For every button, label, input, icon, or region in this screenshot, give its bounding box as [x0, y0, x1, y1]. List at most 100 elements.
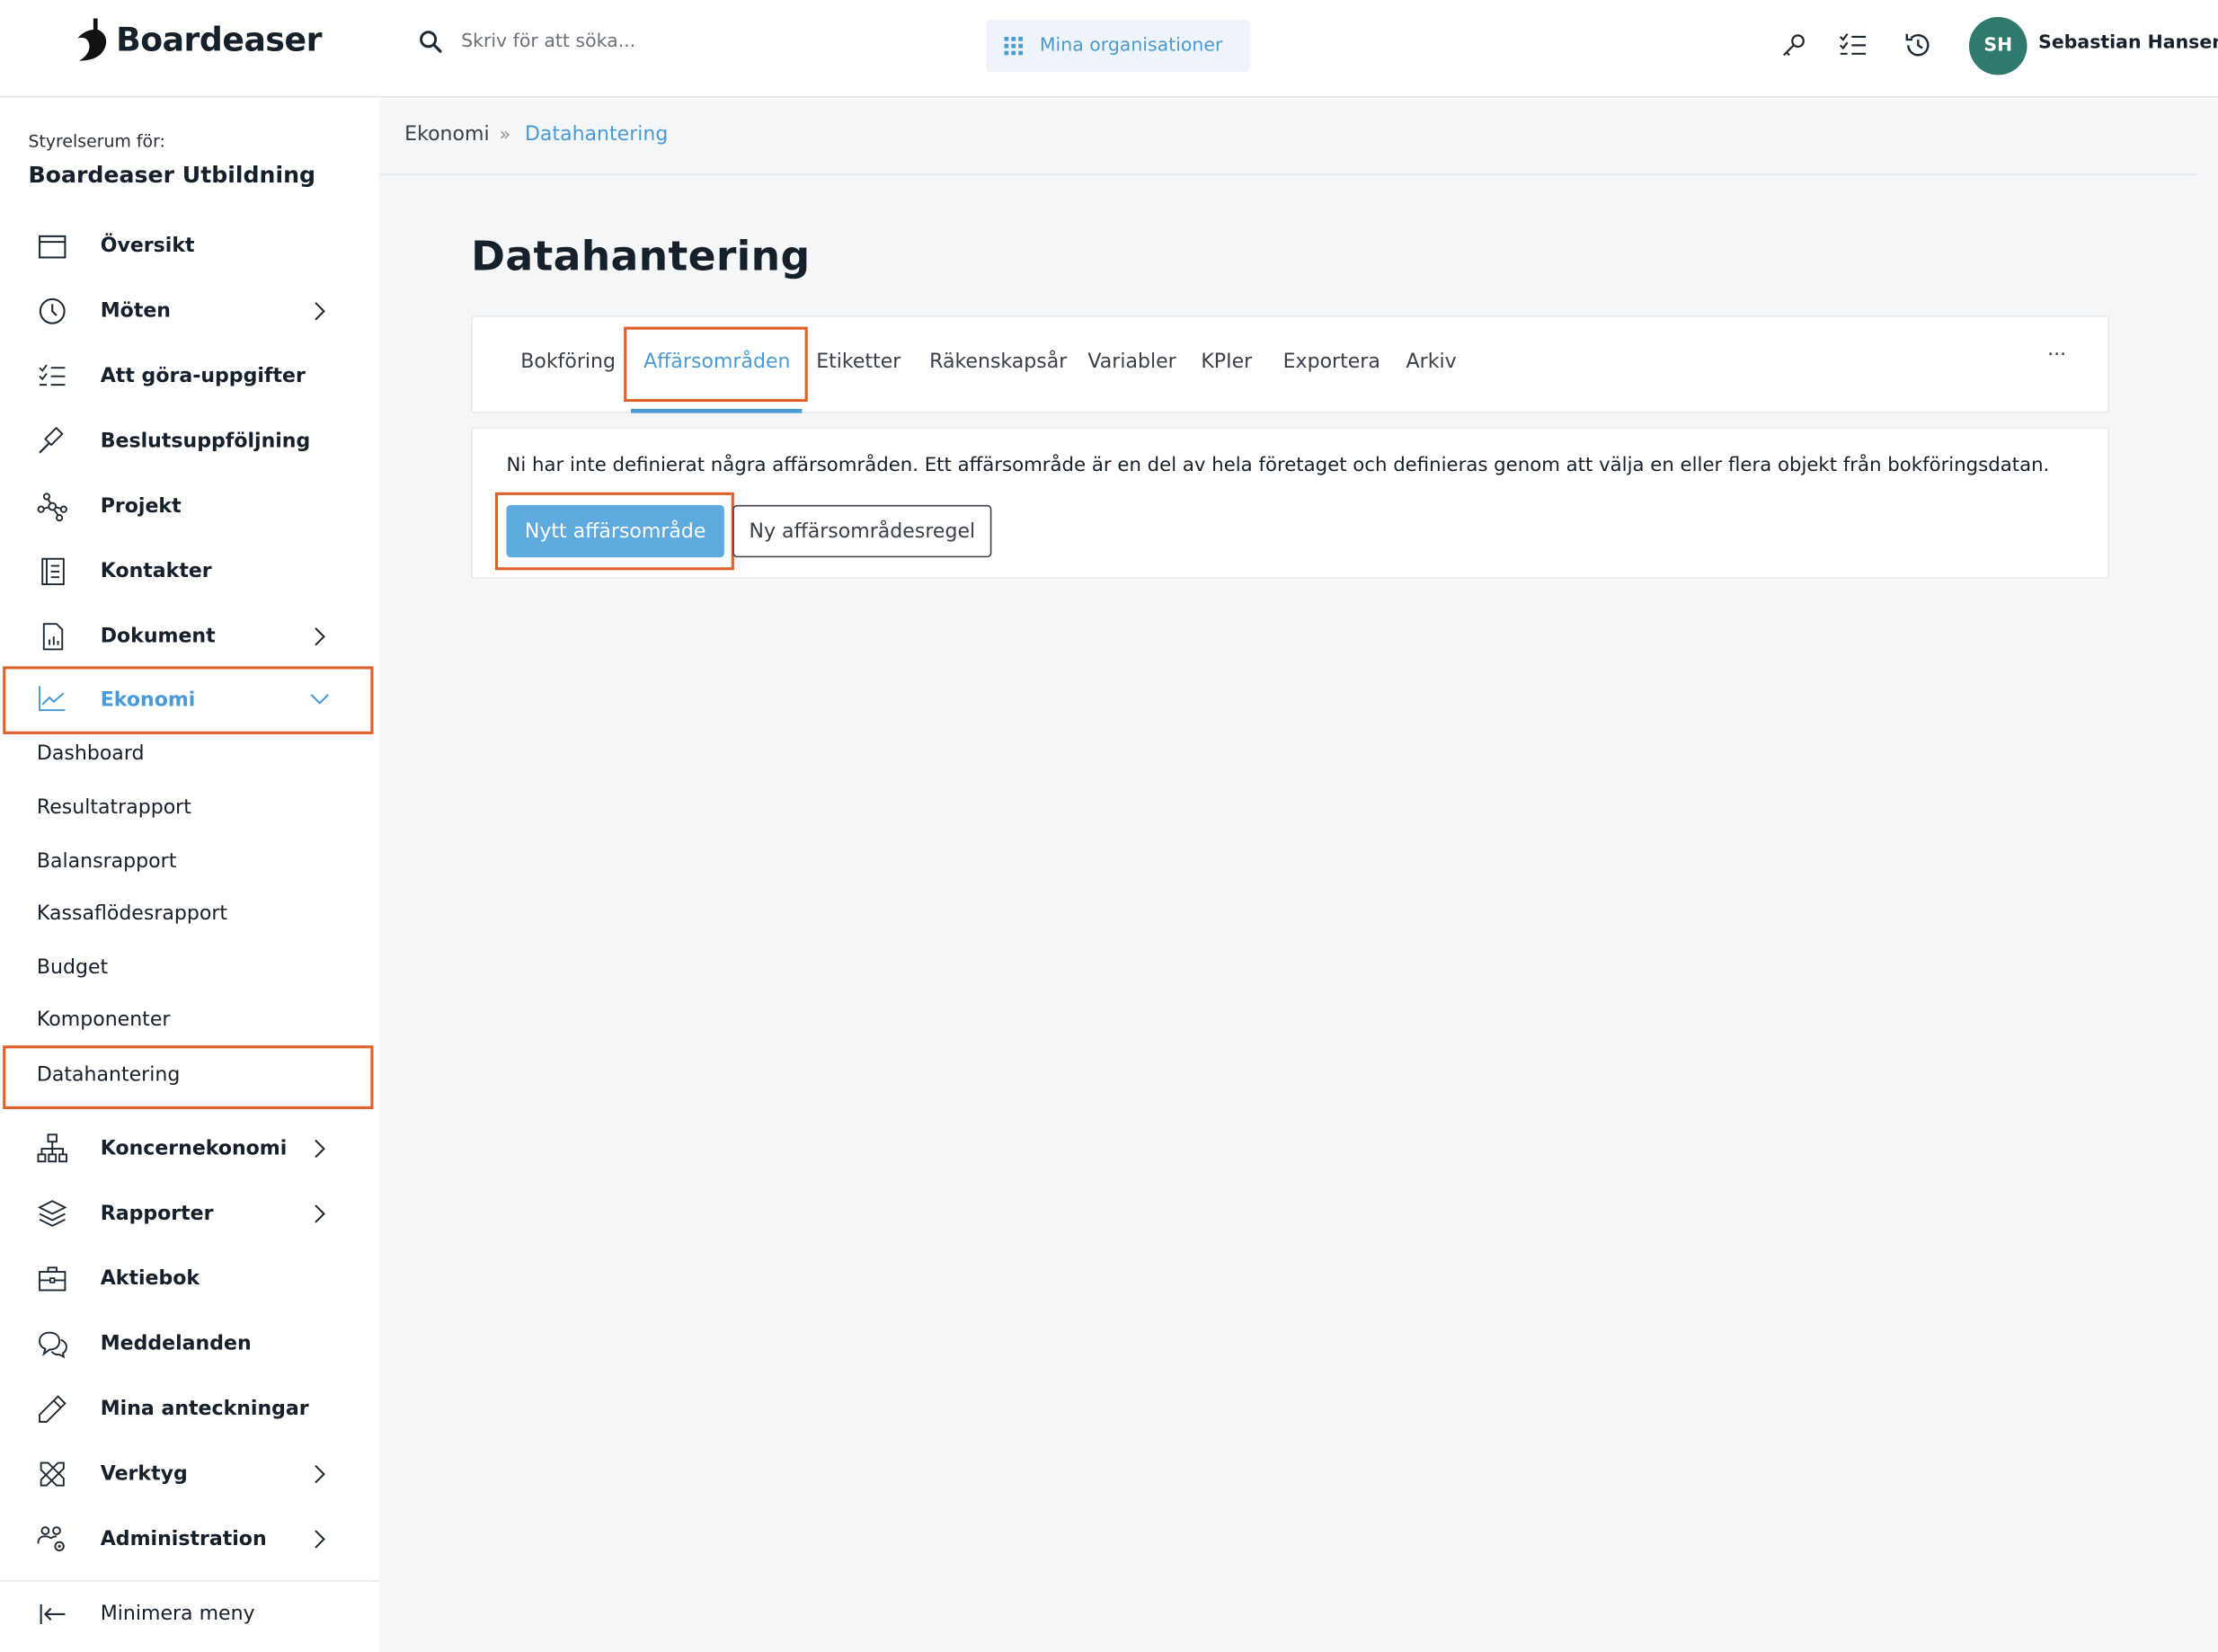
tab-variabler[interactable]: Variabler	[1087, 351, 1176, 373]
sidebar-item-tasks[interactable]: Att göra-uppgifter	[5, 347, 370, 406]
chevron-down-icon	[310, 694, 329, 705]
main-content: Ekonomi » Datahantering Datahantering Bo…	[378, 99, 2218, 1652]
sidebar-item-koncernekonomi[interactable]: Koncernekonomi	[5, 1119, 370, 1178]
gavel-icon	[39, 426, 64, 454]
sidebar-item-ekonomi[interactable]: Ekonomi	[3, 666, 374, 734]
sidebar-item-oversikt[interactable]: Översikt	[5, 217, 370, 276]
sidebar-sub-datahantering[interactable]: Datahantering	[3, 1045, 374, 1110]
sidebar-sub-label: Dashboard	[36, 742, 145, 766]
sidebar-item-label: Projekt	[100, 494, 182, 519]
sidebar-sub-resultatrapport[interactable]: Resultatrapport	[5, 786, 370, 837]
sidebar-item-administration[interactable]: Administration	[5, 1509, 370, 1568]
minimize-menu-button[interactable]: Minimera meny	[5, 1585, 370, 1644]
sidebar-item-label: Aktiebok	[100, 1267, 200, 1291]
avatar-initials: SH	[1983, 35, 2013, 57]
new-business-area-rule-button[interactable]: Ny affärsområdesregel	[732, 504, 992, 558]
sidebar-sub-label: Budget	[36, 956, 109, 980]
sidebar-item-label: Administration	[100, 1527, 267, 1551]
sidebar-item-rapporter[interactable]: Rapporter	[5, 1184, 370, 1243]
tab-etiketter[interactable]: Etiketter	[816, 351, 901, 373]
sidebar-sub-balansrapport[interactable]: Balansrapport	[5, 839, 370, 890]
line-chart-icon	[39, 686, 66, 712]
chevron-right-icon	[315, 1464, 325, 1484]
tab-kpier[interactable]: KPIer	[1201, 351, 1252, 373]
sidebar-item-label: Koncernekonomi	[100, 1137, 288, 1160]
empty-state-text: Ni har inte definierat några affärsområd…	[506, 454, 2050, 477]
business-areas-card: Ni har inte definierat några affärsområd…	[471, 427, 2109, 579]
grid-icon	[1004, 36, 1024, 56]
tab-exportera[interactable]: Exportera	[1283, 351, 1380, 373]
sidebar-sub-komponenter[interactable]: Komponenter	[5, 998, 370, 1049]
sidebar-item-label: Mina anteckningar	[100, 1398, 309, 1421]
chevron-right-icon	[315, 1204, 325, 1223]
sidebar-divider	[0, 1580, 379, 1582]
network-icon	[37, 493, 67, 522]
breadcrumb: Ekonomi » Datahantering	[378, 99, 2197, 176]
sidebar-item-kontakter[interactable]: Kontakter	[5, 542, 370, 601]
avatar[interactable]: SH	[1969, 16, 2027, 75]
sidebar-sub-budget[interactable]: Budget	[5, 945, 370, 996]
user-name[interactable]: Sebastian Hansen	[2038, 32, 2218, 54]
tab-affarsomraden[interactable]: Affärsområden	[643, 351, 790, 373]
tab-bokforing[interactable]: Bokföring	[520, 351, 616, 373]
breadcrumb-current[interactable]: Datahantering	[525, 123, 668, 146]
sidebar-item-label: Meddelanden	[100, 1332, 252, 1355]
calendar-icon	[39, 235, 67, 259]
my-organizations-button[interactable]: Mina organisationer	[986, 20, 1251, 73]
chevron-right-icon	[315, 302, 325, 321]
tabs-bar: Bokföring Affärsområden Etiketter Räkens…	[471, 315, 2109, 413]
chat-icon	[39, 1331, 67, 1359]
breadcrumb-parent[interactable]: Ekonomi	[404, 123, 489, 146]
chevron-right-icon	[315, 627, 325, 646]
sidebar-item-dokument[interactable]: Dokument	[5, 607, 370, 666]
sidebar-item-label: Verktyg	[100, 1462, 188, 1486]
logo-text: Boardeaser	[116, 22, 322, 60]
task-list-icon[interactable]	[1839, 31, 1867, 59]
document-icon	[42, 623, 64, 651]
sidebar-item-aktiebok[interactable]: Aktiebok	[5, 1249, 370, 1309]
sidebar-item-projekt[interactable]: Projekt	[5, 476, 370, 536]
sidebar-item-meddelanden[interactable]: Meddelanden	[5, 1314, 370, 1373]
sidebar-item-moten[interactable]: Möten	[5, 281, 370, 341]
key-icon[interactable]	[1779, 31, 1807, 59]
sidebar-sub-dashboard[interactable]: Dashboard	[5, 732, 370, 783]
sidebar-item-label: Rapporter	[100, 1202, 214, 1226]
tab-rakenskapsar[interactable]: Räkenskapsår	[929, 351, 1067, 373]
chevron-right-icon	[315, 1530, 325, 1549]
my-organizations-label: Mina organisationer	[1039, 35, 1223, 57]
sidebar-sub-label: Komponenter	[36, 1008, 171, 1032]
sidebar-item-verktyg[interactable]: Verktyg	[5, 1444, 370, 1504]
sidebar-sub-label: Resultatrapport	[36, 796, 191, 820]
sidebar-item-label: Ekonomi	[100, 688, 196, 712]
sidebar-item-label: Att göra-uppgifter	[100, 365, 306, 388]
sidebar-item-decisions[interactable]: Beslutsuppföljning	[5, 412, 370, 471]
sidebar-item-label: Möten	[100, 299, 172, 323]
breadcrumb-separator: »	[499, 124, 511, 147]
sidebar-sub-label: Kassaflödesrapport	[36, 902, 228, 926]
briefcase-icon	[39, 1266, 67, 1292]
search-bar	[419, 30, 886, 54]
logo[interactable]: Boardeaser	[74, 17, 322, 66]
address-book-icon	[41, 557, 65, 586]
top-bar: Boardeaser Mina organisationer	[0, 0, 2218, 98]
tab-arkiv[interactable]: Arkiv	[1406, 351, 1457, 373]
sidebar-item-label: Minimera meny	[100, 1603, 255, 1626]
more-options-button[interactable]: ···	[2043, 345, 2071, 375]
sidebar-sub-label: Balansrapport	[36, 849, 177, 874]
search-input[interactable]	[461, 31, 886, 53]
search-icon	[420, 31, 442, 53]
sidebar-sub-kassaflodesrapport[interactable]: Kassaflödesrapport	[5, 892, 370, 943]
page-title: Datahantering	[471, 232, 811, 280]
org-chart-icon	[37, 1133, 67, 1163]
chevron-right-icon	[315, 1139, 325, 1159]
new-business-area-button[interactable]: Nytt affärsområde	[506, 504, 724, 558]
collapse-left-icon	[40, 1603, 66, 1624]
sidebar-item-notes[interactable]: Mina anteckningar	[5, 1380, 370, 1439]
layers-icon	[37, 1200, 67, 1227]
sidebar-sub-label: Datahantering	[36, 1063, 181, 1087]
sidebar-item-label: Dokument	[100, 625, 216, 648]
pencil-icon	[39, 1395, 67, 1423]
tools-icon	[40, 1461, 65, 1487]
history-icon[interactable]	[1904, 31, 1932, 59]
clock-icon	[39, 298, 66, 324]
